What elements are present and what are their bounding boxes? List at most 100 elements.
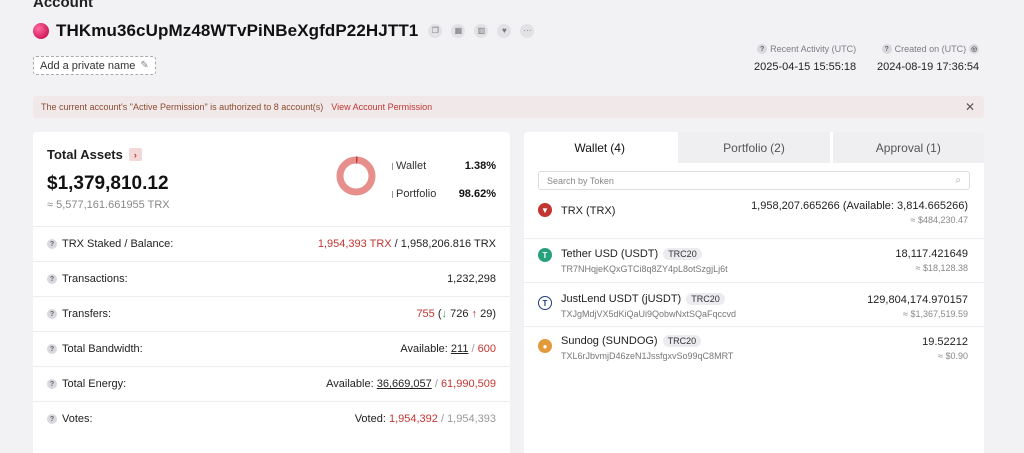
transfers-label: Transfers: xyxy=(62,308,112,320)
legend-wallet-value: 1.38% xyxy=(464,160,496,172)
total-assets-value: $1,379,810.12 xyxy=(47,173,169,194)
token-contract-address[interactable]: TR7NHqjeKQxGTCi8q8ZY4pL8otSzgjLj6t xyxy=(561,264,728,274)
tab-approval-label: Approval xyxy=(875,140,924,155)
stat-row-staked: ? TRX Staked / Balance: 1,954,393 TRX / 1… xyxy=(33,226,510,261)
stat-row-votes: ? Votes: Voted: 1,954,392 / 1,954,393 xyxy=(33,401,510,436)
transactions-value[interactable]: 1,232,298 xyxy=(447,273,496,285)
token-usd: ≈ $484,230.47 xyxy=(910,215,969,225)
notice-text: The current account's "Active Permission… xyxy=(41,102,324,112)
staked-value[interactable]: 1,954,393 TRX xyxy=(318,238,392,250)
stat-row-energy: ? Total Energy: Available: 36,669,057 / 6… xyxy=(33,366,510,401)
private-name-label: Add a private name xyxy=(40,59,136,72)
help-icon[interactable]: ? xyxy=(47,379,57,389)
holdings-panel: Wallet (4) Portfolio (2) Approval (1) Searc… xyxy=(524,132,984,453)
tab-wallet[interactable]: Wallet (4) xyxy=(524,132,676,163)
transfers-out: 29 xyxy=(480,308,493,320)
bandwidth-prefix: Available: xyxy=(400,343,451,355)
tab-portfolio-label: Portfolio xyxy=(723,140,768,155)
page-title: Account xyxy=(33,0,93,11)
tab-approval[interactable]: Approval (1) xyxy=(832,132,984,163)
copy-icon[interactable]: ❐ xyxy=(428,24,443,38)
tab-wallet-label: Wallet xyxy=(574,140,608,155)
tab-portfolio[interactable]: Portfolio (2) xyxy=(678,132,830,163)
token-search-input[interactable]: Search by Token ⌕ xyxy=(538,171,970,190)
token-row-jusdt[interactable]: T JustLend USDT (jUSDT) TRC20 TXJgMdjVX5d… xyxy=(524,283,984,327)
created-on: ? Created on (UTC) ◎ 2024-08-19 17:36:54 xyxy=(877,44,980,73)
account-address: THKmu36cUpMz48WTvPiNBeXgfdP22HJTT1 xyxy=(56,21,419,40)
token-row-usdt[interactable]: T Tether USD (USDT) TRC20 TR7NHqjeKQxGTCi… xyxy=(524,239,984,283)
trx-icon: ▼ xyxy=(538,203,552,217)
token-name: TRX (TRX) xyxy=(561,205,616,217)
token-usd: ≈ $18,128.38 xyxy=(915,263,968,273)
energy-available[interactable]: 36,669,057 xyxy=(377,378,432,390)
permission-notice: The current account's "Active Permission… xyxy=(33,96,984,118)
holdings-tabs: Wallet (4) Portfolio (2) Approval (1) xyxy=(524,132,984,163)
timezone-icon[interactable]: ◎ xyxy=(969,44,980,54)
heart-icon[interactable]: ♥ xyxy=(497,24,512,38)
staked-separator: / xyxy=(391,238,401,250)
stat-row-transfers: ? Transfers: 755 (↓ 726 ↑ 29) xyxy=(33,296,510,331)
transfers-in: 726 xyxy=(450,308,469,320)
arrow-down-icon: ↓ xyxy=(441,308,448,320)
token-standard-badge: TRC20 xyxy=(686,293,725,305)
votes-voted[interactable]: 1,954,392 xyxy=(389,413,438,425)
tab-portfolio-count: (2) xyxy=(770,140,785,155)
transfers-close-paren: ) xyxy=(492,308,496,320)
usdt-icon: T xyxy=(538,248,552,262)
help-icon[interactable]: ? xyxy=(881,44,892,54)
tab-wallet-count: (4) xyxy=(610,140,625,155)
energy-prefix: Available: xyxy=(326,378,377,390)
help-icon[interactable]: ? xyxy=(757,44,768,54)
help-icon[interactable]: ? xyxy=(47,344,57,354)
token-row-trx[interactable]: ▼ TRX (TRX) 1,958,207.665266 (Available:… xyxy=(524,195,984,239)
bandwidth-label: Total Bandwidth: xyxy=(62,343,143,355)
token-usd: ≈ $0.90 xyxy=(938,351,968,361)
energy-separator: / xyxy=(431,378,441,390)
more-icon[interactable]: ··· xyxy=(520,24,535,38)
add-private-name-button[interactable]: Add a private name ✎ xyxy=(33,56,156,75)
transactions-label: Transactions: xyxy=(62,273,128,285)
account-avatar xyxy=(33,23,49,39)
view-account-permission-link[interactable]: View Account Permission xyxy=(331,102,432,112)
total-assets-title: Total Assets xyxy=(47,147,123,162)
token-balance: 19.52212 xyxy=(922,336,968,348)
sundog-icon: ● xyxy=(538,339,552,353)
help-icon[interactable]: ? xyxy=(47,414,57,424)
legend-wallet-label: Wallet xyxy=(392,160,426,172)
created-on-value: 2024-08-19 17:36:54 xyxy=(877,61,980,73)
tab-approval-count: (1) xyxy=(926,140,941,155)
token-contract-address[interactable]: TXJgMdjVX5dKiQaUi9QobwNxtSQaFqccvd xyxy=(561,309,736,319)
token-row-sundog[interactable]: ● Sundog (SUNDOG) TRC20 TXL6rJbvmjD46zeN1… xyxy=(524,327,984,371)
bandwidth-available[interactable]: 211 xyxy=(451,343,469,355)
qr-code-icon[interactable]: ▦ xyxy=(451,24,466,38)
pencil-icon: ✎ xyxy=(140,60,149,71)
chart-icon[interactable]: ▥ xyxy=(474,24,489,38)
transfers-open-paren: ( xyxy=(434,308,442,320)
help-icon[interactable]: ? xyxy=(47,274,57,284)
transfers-total[interactable]: 755 xyxy=(416,308,434,320)
token-name: Sundog (SUNDOG) xyxy=(561,335,658,347)
help-icon[interactable]: ? xyxy=(47,309,57,319)
legend-portfolio: Portfolio 98.62% xyxy=(392,188,496,200)
arrow-up-icon: ↑ xyxy=(471,308,478,320)
token-name: JustLend USDT (jUSDT) xyxy=(561,293,682,305)
assets-donut-chart xyxy=(336,156,376,196)
token-name-group: JustLend USDT (jUSDT) TRC20 xyxy=(561,293,725,305)
energy-label: Total Energy: xyxy=(62,378,127,390)
votes-separator: / xyxy=(437,413,448,425)
token-standard-badge: TRC20 xyxy=(662,335,702,347)
legend-portfolio-value: 98.62% xyxy=(458,188,496,200)
token-list: ▼ TRX (TRX) 1,958,207.665266 (Available:… xyxy=(524,195,984,371)
token-name-group: Tether USD (USDT) TRC20 xyxy=(561,248,702,260)
total-assets-heading: Total Assets › xyxy=(47,147,142,162)
jusdt-icon: T xyxy=(538,296,552,310)
account-header: THKmu36cUpMz48WTvPiNBeXgfdP22HJTT1 ❐ ▦ ▥… xyxy=(33,21,535,41)
chevron-right-icon[interactable]: › xyxy=(128,148,142,161)
account-stats: ? TRX Staked / Balance: 1,954,393 TRX / 1… xyxy=(33,226,510,436)
search-icon[interactable]: ⌕ xyxy=(955,175,961,186)
token-name-group: Sundog (SUNDOG) TRC20 xyxy=(561,335,702,347)
help-icon[interactable]: ? xyxy=(47,239,57,249)
close-icon[interactable]: ✕ xyxy=(965,100,975,114)
token-contract-address[interactable]: TXL6rJbvmjD46zeN1JssfgxvSo99qC8MRT xyxy=(561,351,733,361)
token-balance: 129,804,174.970157 xyxy=(867,294,968,306)
